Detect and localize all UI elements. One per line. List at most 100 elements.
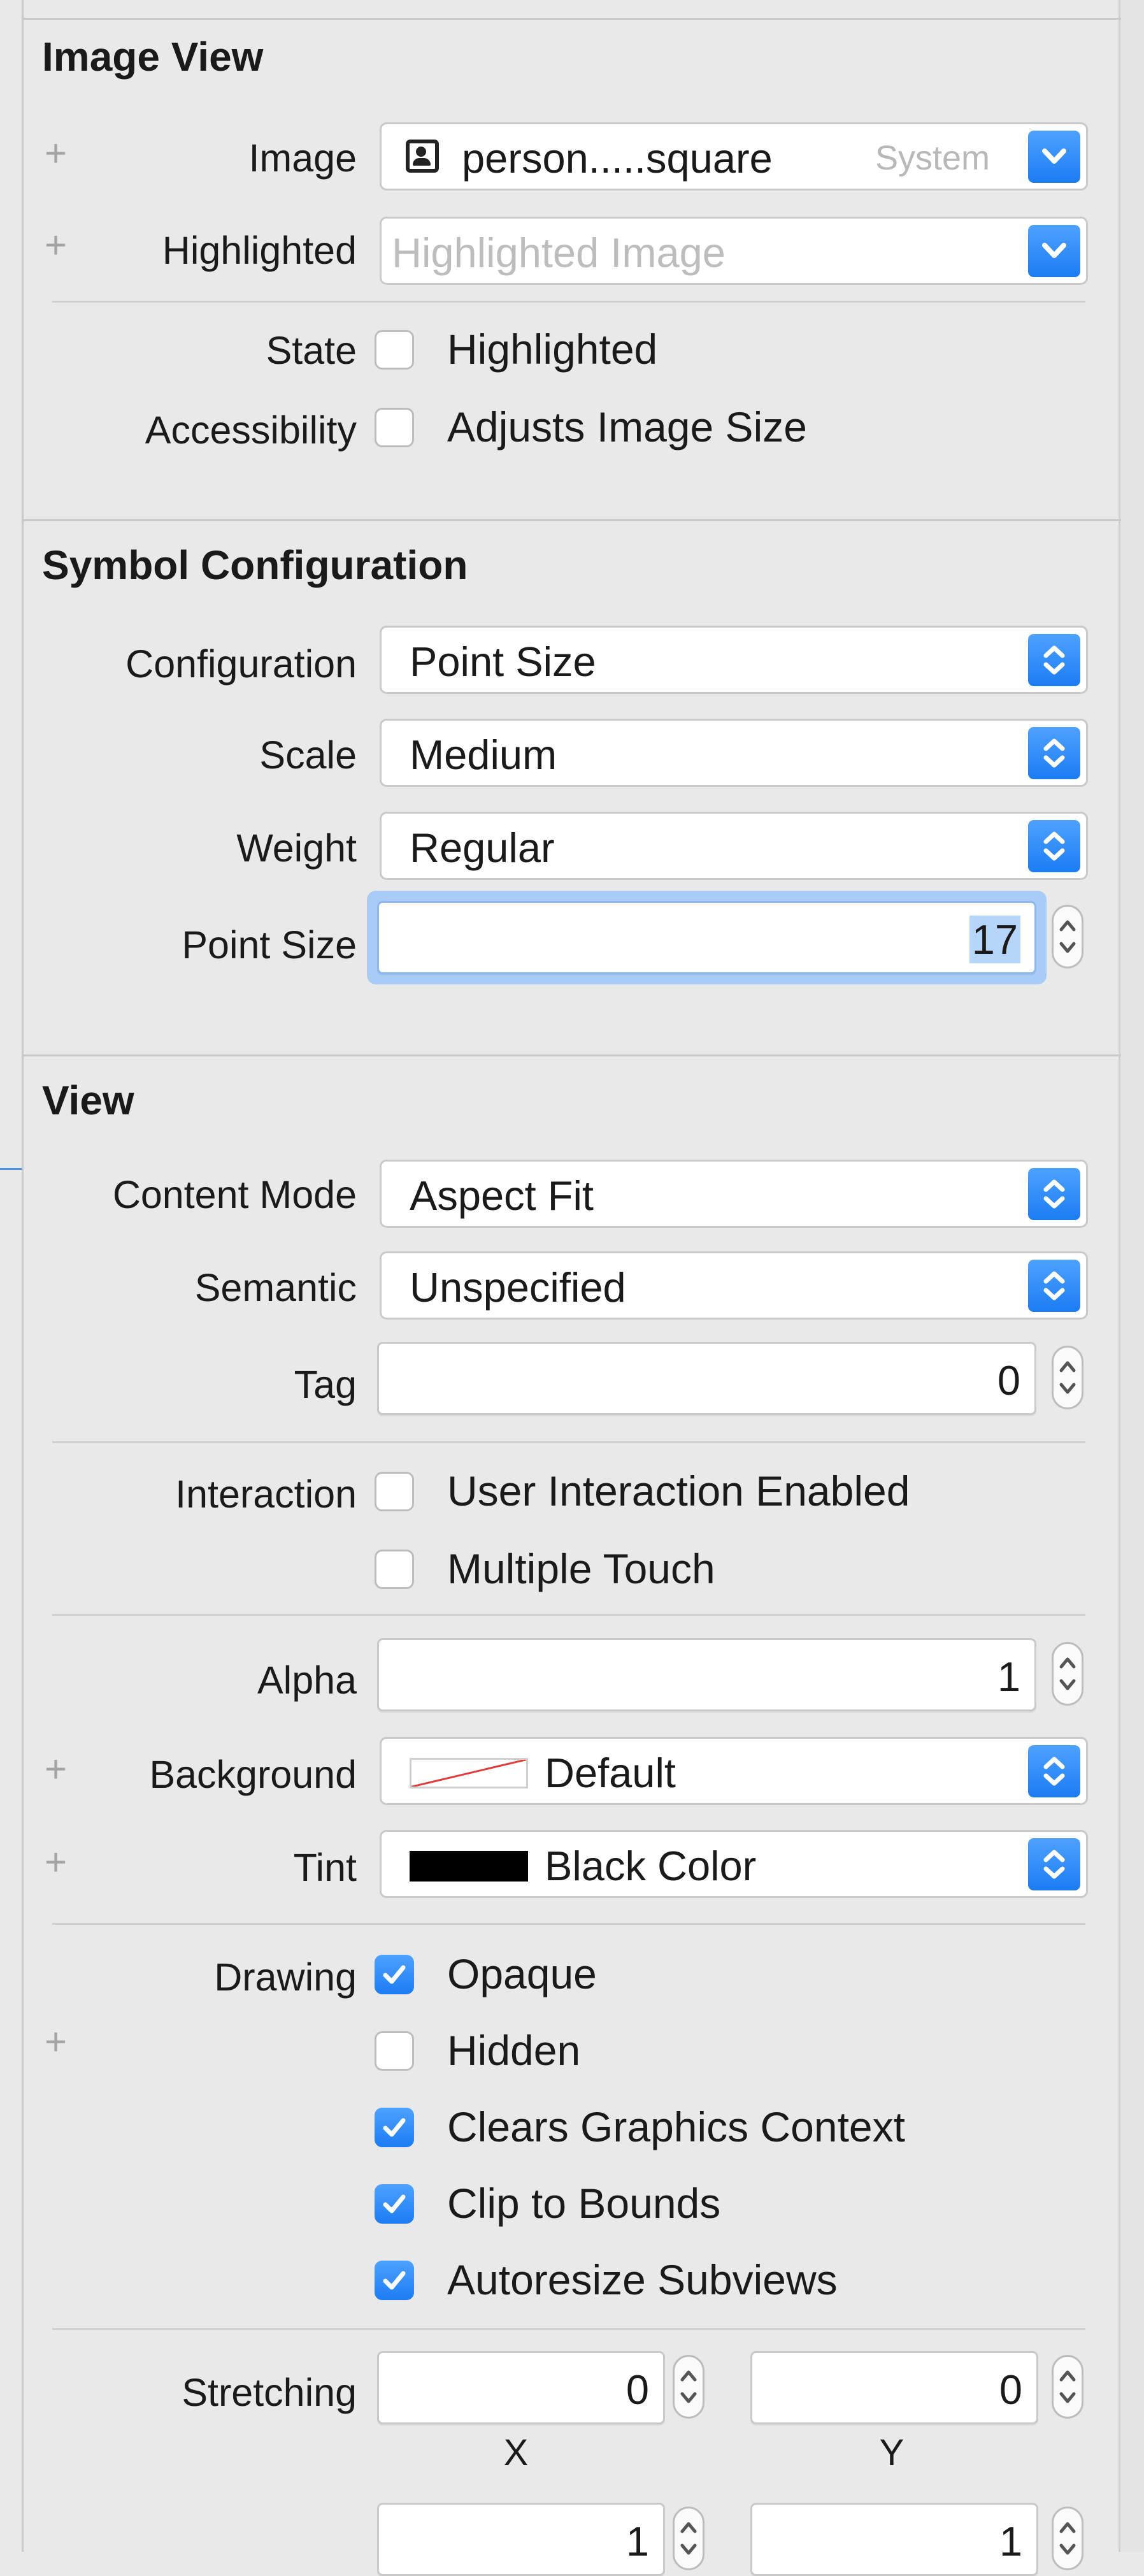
section-divider-1 [23, 519, 1121, 521]
updown-chevron-icon [1043, 738, 1065, 768]
stretching-y-field[interactable]: 0 [750, 2351, 1038, 2424]
image-dropdown-button[interactable] [1028, 131, 1080, 183]
stretching-height-stepper[interactable] [1052, 2507, 1083, 2570]
background-value: Default [545, 1750, 676, 1796]
background-color-popup[interactable]: Default [380, 1737, 1088, 1805]
stepper-arrows-icon [1059, 1361, 1076, 1394]
updown-chevron-icon [1043, 1179, 1065, 1209]
content-mode-label: Content Mode [112, 1173, 357, 1216]
clears-graphics-context-label: Clears Graphics Context [447, 2103, 905, 2150]
drawing-separator [52, 2328, 1085, 2330]
stepper-arrows-icon [1059, 1657, 1076, 1690]
highlighted-checkbox[interactable] [375, 330, 414, 370]
checkmark-icon [383, 2194, 406, 2213]
semantic-label: Semantic [194, 1266, 357, 1309]
section-header-image-view: Image View [42, 34, 264, 80]
tint-popup-button[interactable] [1028, 1838, 1080, 1890]
top-divider [23, 18, 1121, 20]
tag-stepper[interactable] [1052, 1346, 1083, 1409]
updown-chevron-icon [1043, 1850, 1065, 1879]
adjusts-image-size-checkbox[interactable] [375, 408, 414, 447]
opaque-label: Opaque [447, 1950, 597, 1997]
add-variation-highlighted-button[interactable]: + [45, 223, 67, 267]
multiple-touch-checkbox[interactable] [375, 1550, 414, 1589]
scale-label: Scale [259, 733, 357, 777]
point-size-stepper[interactable] [1052, 905, 1083, 968]
configuration-label: Configuration [125, 642, 357, 686]
point-size-value: 17 [969, 916, 1020, 963]
autoresize-subviews-checkbox[interactable] [375, 2261, 414, 2300]
alpha-field[interactable]: 1 [377, 1638, 1036, 1711]
stepper-arrows-icon [1059, 920, 1076, 953]
section-divider-2 [23, 1054, 1121, 1056]
add-variation-hidden-button[interactable]: + [45, 2020, 67, 2064]
user-interaction-enabled-checkbox[interactable] [375, 1472, 414, 1511]
image-source-label: System [875, 139, 990, 177]
semantic-value: Unspecified [410, 1264, 626, 1311]
opaque-checkbox[interactable] [375, 1955, 414, 1994]
clip-to-bounds-checkbox[interactable] [375, 2184, 414, 2224]
stretching-label: Stretching [182, 2371, 357, 2414]
inspector-scrollbar-track[interactable] [1119, 0, 1144, 2552]
weight-popup-button[interactable] [1028, 820, 1080, 872]
tint-color-swatch [410, 1851, 528, 1882]
user-interaction-enabled-label: User Interaction Enabled [447, 1467, 910, 1515]
multiple-touch-label: Multiple Touch [447, 1545, 715, 1592]
image-combobox[interactable]: person.....square System [380, 122, 1088, 191]
weight-popup[interactable]: Regular [380, 812, 1088, 880]
scale-popup-button[interactable] [1028, 727, 1080, 779]
highlighted-checkbox-label: Highlighted [447, 326, 658, 373]
weight-label: Weight [236, 826, 357, 870]
stretching-y-stepper[interactable] [1052, 2355, 1083, 2419]
stretching-width-stepper[interactable] [673, 2507, 704, 2570]
stretching-x-field[interactable]: 0 [377, 2351, 665, 2424]
alpha-value: 1 [997, 1653, 1020, 1700]
content-mode-popup[interactable]: Aspect Fit [380, 1160, 1088, 1228]
interaction-separator [52, 1614, 1085, 1616]
stretching-height-field[interactable]: 1 [750, 2503, 1038, 2576]
add-variation-image-button[interactable]: + [45, 131, 67, 175]
section-header-symbol-configuration: Symbol Configuration [42, 542, 468, 588]
autoresize-subviews-label: Autoresize Subviews [447, 2256, 838, 2303]
stepper-arrows-icon [680, 2370, 697, 2403]
stepper-arrows-icon [1059, 2370, 1076, 2403]
clip-to-bounds-label: Clip to Bounds [447, 2180, 721, 2227]
accessibility-label: Accessibility [145, 408, 357, 452]
updown-chevron-icon [1043, 1271, 1065, 1300]
attributes-inspector: Image View + Image person.....square Sys… [0, 0, 1144, 2576]
configuration-popup[interactable]: Point Size [380, 626, 1088, 694]
updown-chevron-icon [1043, 831, 1065, 861]
tag-separator [52, 1441, 1085, 1443]
content-mode-popup-button[interactable] [1028, 1168, 1080, 1220]
tag-field[interactable]: 0 [377, 1342, 1036, 1415]
checkmark-icon [383, 1965, 406, 1984]
configuration-popup-button[interactable] [1028, 634, 1080, 686]
stretching-width-field[interactable]: 1 [377, 2503, 665, 2576]
tint-color-popup[interactable]: Black Color [380, 1830, 1088, 1898]
stretching-x-stepper[interactable] [673, 2355, 704, 2419]
highlighted-image-combobox[interactable]: Highlighted Image [380, 217, 1088, 285]
default-color-swatch [410, 1758, 528, 1788]
updown-chevron-icon [1043, 645, 1065, 675]
configuration-value: Point Size [410, 638, 596, 685]
scale-value: Medium [410, 731, 557, 778]
checkmark-icon [383, 2271, 406, 2290]
semantic-popup-button[interactable] [1028, 1260, 1080, 1312]
tag-label: Tag [294, 1363, 357, 1406]
add-variation-tint-button[interactable]: + [45, 1840, 67, 1884]
stretching-x-value: 0 [626, 2366, 649, 2413]
semantic-popup[interactable]: Unspecified [380, 1251, 1088, 1320]
clears-graphics-context-checkbox[interactable] [375, 2108, 414, 2147]
add-variation-background-button[interactable]: + [45, 1747, 67, 1791]
stretching-width-value: 1 [626, 2518, 649, 2565]
scale-popup[interactable]: Medium [380, 719, 1088, 787]
stretching-y-axis-label: Y [879, 2432, 904, 2473]
inspector-left-border [22, 0, 24, 2552]
hidden-checkbox[interactable] [375, 2031, 414, 2071]
highlighted-dropdown-button[interactable] [1028, 225, 1080, 277]
image-value: person.....square [462, 135, 773, 182]
background-popup-button[interactable] [1028, 1745, 1080, 1797]
stretching-y-value: 0 [999, 2366, 1022, 2413]
alpha-stepper[interactable] [1052, 1642, 1083, 1706]
point-size-field[interactable]: 17 [377, 901, 1036, 974]
